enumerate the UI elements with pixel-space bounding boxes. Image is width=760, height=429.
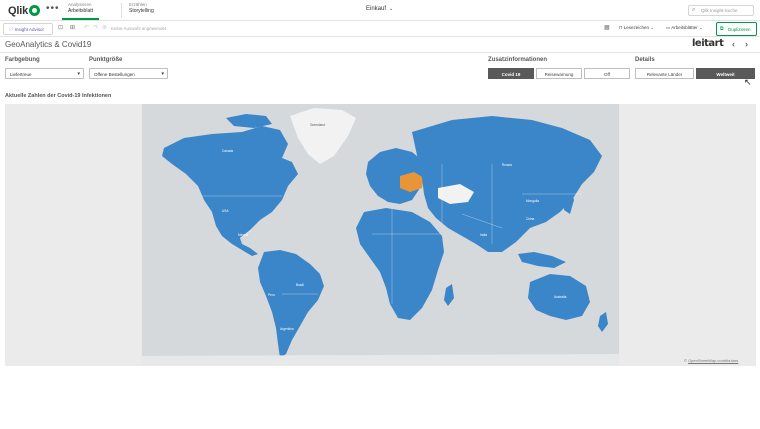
label-usa: USA [222,209,229,213]
nav-divider [121,3,122,18]
label-russia: Russia [502,163,512,167]
label-china: China [526,217,535,221]
sheets-button[interactable]: ▭ Arbeitsblätter ⌄ [666,25,703,31]
bookmarks-label: Lesezeichen [623,25,650,30]
tab-label: Arbeitsblatt [68,8,94,14]
label-india: India [480,233,487,237]
africa-region [356,208,444,320]
north-america-region [162,126,298,256]
bookmarks-button[interactable]: ⊓ Lesezeichen ⌄ [619,25,654,31]
label-australia: Australia [554,295,567,299]
app-title-dropdown[interactable]: Einkauf ⌄ [366,6,393,12]
insight-search-input[interactable]: ⌕ Qlik Insight-Suche [688,5,754,16]
button-relevante-laender[interactable]: Relevante Länder [635,68,694,79]
label-mexico: Mexico [238,233,248,237]
duplicate-icon: ⧉ [720,26,724,32]
search-icon: ⌕ [692,7,696,13]
lasso-icon[interactable]: ⊞ [70,24,75,31]
step-back-icon[interactable]: ↶ [84,24,89,31]
qlik-logo-icon [29,5,40,16]
lightbulb-icon: ♡ [9,27,14,33]
tab-erzaehlen[interactable]: Erzählen Storytelling [123,2,160,20]
tab-label: Storytelling [129,8,154,14]
antarctica-region [142,354,619,365]
punktgroesse-value: Offene Bestellungen [94,72,135,77]
arctic-islands-region [226,114,272,128]
sheets-label: Arbeitsblätter [671,25,698,30]
duplicate-label: Duplizieren [728,27,751,32]
app-title: Einkauf [366,6,387,12]
asia-region [412,116,602,252]
logo-text: Qlik [8,4,28,17]
osm-attribution-link[interactable]: OpenStreetMap contributors [688,358,738,363]
more-menu-icon[interactable]: ••• [46,3,60,14]
button-reisewarnung[interactable]: Reisewarnung [536,68,582,79]
label-brazil: Brazil [296,283,304,287]
insight-advisor-label: Insight Advisor [14,27,45,32]
selection-status: Keine Auswahl angewendet [111,26,167,31]
button-covid19[interactable]: Covid 19 [488,68,534,79]
sheet-title: GeoAnalytics & Covid19 [5,40,92,49]
next-sheet-icon[interactable]: › [745,39,748,49]
world-map[interactable]: Canada USA Greenland Russia Mongolia Chi… [142,104,619,365]
search-placeholder: Qlik Insight-Suche [701,8,738,13]
chevron-down-icon: ▾ [161,71,164,77]
label-mongolia: Mongolia [526,199,539,203]
punktgroesse-dropdown[interactable]: Offene Bestellungen ▾ [89,68,168,79]
label-canada: Canada [222,149,233,153]
details-label: Details [635,57,655,63]
chevron-down-icon: ⌄ [389,6,394,12]
button-off[interactable]: Off [584,68,630,79]
duplicate-button[interactable]: ⧉ Duplizieren [716,22,757,36]
greenland-region [290,108,356,164]
chevron-down-icon: ▾ [77,71,80,77]
madagascar-region [444,284,454,306]
brand-logo: leitart [692,38,724,49]
label-peru: Peru [268,293,275,297]
label-greenland: Greenland [310,123,325,127]
tab-analysieren[interactable]: Analysieren Arbeitsblatt [62,2,100,20]
qlik-logo[interactable]: Qlik [8,4,40,17]
step-forward-icon[interactable]: ↷ [93,24,98,31]
chart-title: Aktuelle Zahlen der Covid-19 Infektionen [5,93,112,99]
sheets-icon: ▭ [666,25,671,30]
top-navigation-bar: Qlik ••• Analysieren Arbeitsblatt Erzähl… [0,0,760,21]
world-map-svg[interactable]: Canada USA Greenland Russia Mongolia Chi… [142,104,619,365]
map-attribution: © OpenStreetMap contributors [684,358,738,363]
previous-sheet-icon[interactable]: ‹ [732,39,735,49]
zusatzinformationen-label: Zusatzinformationen [488,57,548,63]
grid-icon[interactable]: ▦ [604,24,610,31]
punktgroesse-label: Punktgröße [89,57,123,63]
south-america-region [258,250,324,358]
sheet-title-bar: GeoAnalytics & Covid19 leitart ‹ › [0,37,760,53]
indonesia-region [518,252,566,268]
farbgebung-label: Farbgebung [5,57,40,63]
insight-advisor-button[interactable]: ♡ Insight Advisor [3,23,53,35]
farbgebung-dropdown[interactable]: Liefertreue ▾ [5,68,84,79]
toolbar: ♡ Insight Advisor ⊡ ⊞ ↶ ↷ ⊗ Keine Auswah… [0,21,760,37]
farbgebung-value: Liefertreue [10,72,32,77]
selection-tool-icon[interactable]: ⊡ [58,24,63,31]
clear-selections-icon[interactable]: ⊗ [102,24,107,31]
new-zealand-region [598,312,608,332]
bookmark-icon: ⊓ [619,25,623,30]
mouse-cursor-icon: ↖ [744,77,752,87]
label-argentina: Argentina [280,327,294,331]
